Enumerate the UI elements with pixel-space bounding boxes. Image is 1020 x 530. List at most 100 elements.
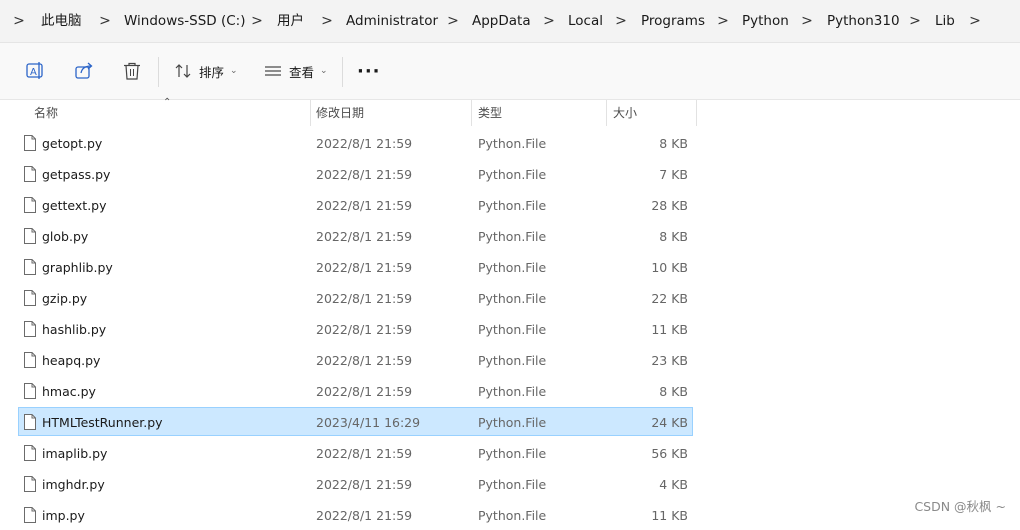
file-icon: [24, 476, 36, 492]
column-header-date[interactable]: 修改日期: [316, 100, 364, 126]
file-row[interactable]: gettext.py 2022/8/1 21:59 Python.File 28 KB: [18, 190, 693, 219]
file-row[interactable]: glob.py 2022/8/1 21:59 Python.File 8 KB: [18, 221, 693, 250]
chevron-right-icon[interactable]: >: [908, 13, 922, 29]
view-label: 查看: [289, 64, 315, 80]
file-icon: [24, 290, 36, 306]
view-button[interactable]: 查看 ⌄: [263, 57, 328, 85]
chevron-down-icon: ⌄: [230, 66, 238, 76]
file-name: HTMLTestRunner.py: [42, 415, 163, 430]
breadcrumb-item-drive[interactable]: Windows-SSD (C:): [124, 11, 245, 31]
column-header-type[interactable]: 类型: [478, 100, 502, 126]
file-size: 23 KB: [651, 353, 688, 368]
file-icon: [24, 228, 36, 244]
rename-button[interactable]: A: [24, 57, 46, 85]
file-name: hashlib.py: [42, 322, 107, 337]
file-date: 2022/8/1 21:59: [316, 229, 413, 244]
column-divider[interactable]: [471, 100, 472, 126]
breadcrumb-item-python310[interactable]: Python310: [827, 11, 900, 31]
view-list-icon: [265, 66, 281, 76]
toolbar-divider: [158, 57, 159, 87]
chevron-right-icon[interactable]: >: [614, 13, 628, 29]
file-size: 7 KB: [659, 167, 688, 182]
column-header-name[interactable]: 名称: [34, 100, 58, 126]
file-date: 2022/8/1 21:59: [316, 198, 413, 213]
file-name: getopt.py: [42, 136, 103, 151]
chevron-right-icon[interactable]: >: [98, 13, 112, 29]
breadcrumb-item-python[interactable]: Python: [742, 11, 789, 31]
file-row[interactable]: getopt.py 2022/8/1 21:59 Python.File 8 KB: [18, 128, 693, 157]
column-divider[interactable]: [310, 100, 311, 126]
toolbar-divider: [342, 57, 343, 87]
file-size: 8 KB: [659, 384, 688, 399]
breadcrumb-item-local[interactable]: Local: [568, 11, 603, 31]
file-type: Python.File: [478, 353, 547, 368]
file-date: 2022/8/1 21:59: [316, 260, 413, 275]
more-icon: ···: [357, 60, 381, 82]
breadcrumb-item-appdata[interactable]: AppData: [472, 11, 531, 31]
breadcrumb-item-programs[interactable]: Programs: [641, 11, 705, 31]
file-icon: [24, 507, 36, 523]
breadcrumb-item-users[interactable]: 用户: [277, 11, 304, 31]
breadcrumb-item-lib[interactable]: Lib: [935, 11, 955, 31]
column-divider[interactable]: [696, 100, 697, 126]
breadcrumb-item-administrator[interactable]: Administrator: [346, 11, 438, 31]
file-type: Python.File: [478, 508, 547, 523]
file-size: 28 KB: [651, 198, 688, 213]
file-size: 8 KB: [659, 229, 688, 244]
file-size: 24 KB: [651, 415, 688, 430]
file-name: heapq.py: [42, 353, 101, 368]
file-row[interactable]: hmac.py 2022/8/1 21:59 Python.File 8 KB: [18, 376, 693, 405]
file-icon: [24, 352, 36, 368]
file-name: imghdr.py: [42, 477, 105, 492]
file-icon: [24, 166, 36, 182]
file-type: Python.File: [478, 167, 547, 182]
file-type: Python.File: [478, 415, 547, 430]
breadcrumb-item-this-pc[interactable]: 此电脑: [41, 11, 82, 31]
file-type: Python.File: [478, 136, 547, 151]
file-size: 22 KB: [651, 291, 688, 306]
column-divider[interactable]: [606, 100, 607, 126]
sort-button[interactable]: 排序 ⌄: [173, 57, 238, 85]
more-options-button[interactable]: ···: [357, 57, 381, 85]
file-row[interactable]: graphlib.py 2022/8/1 21:59 Python.File 10 K…: [18, 252, 693, 281]
file-name: imaplib.py: [42, 446, 108, 461]
file-name: graphlib.py: [42, 260, 113, 275]
file-icon: [24, 383, 36, 399]
breadcrumb: > 此电脑 > Windows-SSD (C:) > 用户 > Administ…: [0, 0, 1020, 42]
file-row[interactable]: imp.py 2022/8/1 21:59 Python.File 11 KB: [18, 500, 693, 529]
chevron-right-icon[interactable]: >: [542, 13, 556, 29]
chevron-right-icon[interactable]: >: [12, 13, 26, 29]
file-row[interactable]: hashlib.py 2022/8/1 21:59 Python.File 11 KB: [18, 314, 693, 343]
file-type: Python.File: [478, 384, 547, 399]
file-row[interactable]: getpass.py 2022/8/1 21:59 Python.File 7 KB: [18, 159, 693, 188]
file-type: Python.File: [478, 291, 547, 306]
chevron-right-icon[interactable]: >: [968, 13, 982, 29]
file-size: 11 KB: [651, 508, 688, 523]
file-row[interactable]: heapq.py 2022/8/1 21:59 Python.File 23 KB: [18, 345, 693, 374]
chevron-right-icon[interactable]: >: [446, 13, 460, 29]
file-type: Python.File: [478, 322, 547, 337]
delete-button[interactable]: [121, 57, 143, 85]
file-date: 2022/8/1 21:59: [316, 353, 413, 368]
file-name: getpass.py: [42, 167, 111, 182]
file-type: Python.File: [478, 229, 547, 244]
file-row[interactable]: imaplib.py 2022/8/1 21:59 Python.File 56 KB: [18, 438, 693, 467]
file-row[interactable]: imghdr.py 2022/8/1 21:59 Python.File 4 KB: [18, 469, 693, 498]
file-date: 2022/8/1 21:59: [316, 508, 413, 523]
file-date: 2022/8/1 21:59: [316, 136, 413, 151]
file-row[interactable]: HTMLTestRunner.py 2023/4/11 16:29 Python.F…: [18, 407, 693, 436]
column-header-size[interactable]: 大小: [613, 100, 637, 126]
chevron-right-icon[interactable]: >: [716, 13, 730, 29]
file-icon: [24, 321, 36, 337]
file-name: glob.py: [42, 229, 89, 244]
chevron-right-icon[interactable]: >: [800, 13, 814, 29]
file-type: Python.File: [478, 198, 547, 213]
column-header-row: 名称 修改日期 类型 大小: [0, 100, 1020, 126]
file-size: 4 KB: [659, 477, 688, 492]
file-icon: [24, 414, 36, 430]
chevron-right-icon[interactable]: >: [320, 13, 334, 29]
share-button[interactable]: [73, 57, 95, 85]
chevron-right-icon[interactable]: >: [250, 13, 264, 29]
file-row[interactable]: gzip.py 2022/8/1 21:59 Python.File 22 KB: [18, 283, 693, 312]
file-size: 8 KB: [659, 136, 688, 151]
